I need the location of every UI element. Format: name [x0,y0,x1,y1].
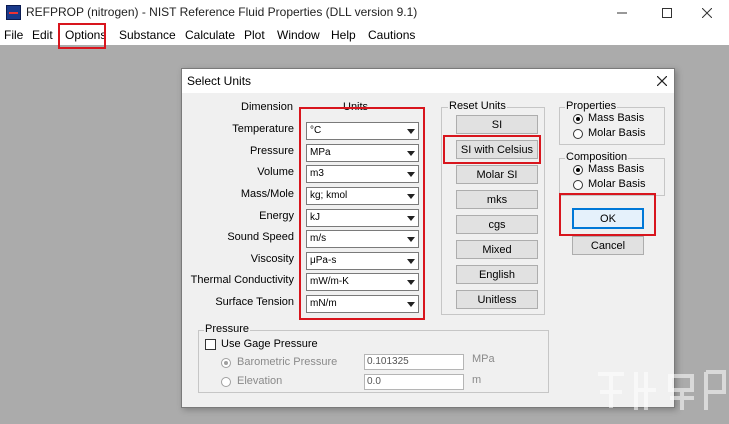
units-highlight-box [299,107,425,320]
composition-mass-basis-label: Mass Basis [588,163,645,175]
ok-highlight-box [559,193,656,236]
menu-substance[interactable]: Substance [119,28,176,42]
properties-molar-basis-label: Molar Basis [588,127,646,139]
properties-mass-basis-radio[interactable] [573,114,583,124]
barometric-pressure-unit: MPa [472,353,495,365]
mks-button[interactable]: mks [456,190,538,209]
menu-bar: File Edit Options Substance Calculate Pl… [0,25,729,45]
dialog-title: Select Units [187,74,252,88]
composition-molar-basis-label: Molar Basis [588,178,646,190]
composition-title: Composition [565,151,629,163]
maximize-icon [662,7,672,18]
barometric-pressure-label: Barometric Pressure [237,356,338,368]
close-button[interactable] [685,0,729,25]
dimension-label-pressure: Pressure [249,145,294,157]
mixed-button[interactable]: Mixed [456,240,538,259]
cgs-button[interactable]: cgs [456,215,538,234]
title-bar: REFPROP (nitrogen) - NIST Reference Flui… [0,0,729,25]
close-icon [657,76,667,86]
unitless-button[interactable]: Unitless [456,290,538,309]
dimension-label-sound-speed: Sound Speed [227,231,294,243]
maximize-button[interactable] [645,0,689,25]
barometric-pressure-radio[interactable] [221,358,231,368]
field-value: 0.0 [367,376,381,387]
app-icon [6,5,21,20]
elevation-field[interactable]: 0.0 [364,374,464,390]
menu-plot[interactable]: Plot [244,28,265,42]
composition-molar-basis-radio[interactable] [573,180,583,190]
use-gage-pressure-checkbox[interactable] [205,339,216,350]
dimension-label-thermal-conductivity: Thermal Conductivity [190,274,294,286]
select-units-dialog: Select Units Dimension Units Temperature… [181,68,675,408]
minimize-icon [617,12,627,13]
dimension-label-temperature: Temperature [232,123,294,135]
properties-title: Properties [565,100,618,112]
dimension-label-surface-tension: Surface Tension [215,296,294,308]
menu-help[interactable]: Help [331,28,356,42]
dimension-label-volume: Volume [257,166,294,178]
menu-edit[interactable]: Edit [32,28,53,42]
field-value: 0.101325 [367,356,409,367]
composition-mass-basis-radio[interactable] [573,165,583,175]
reset-units-title: Reset Units [448,100,507,112]
elevation-unit: m [472,374,482,386]
close-icon [702,7,712,18]
pressure-title: Pressure [204,323,251,335]
dimension-label-energy: Energy [259,210,294,222]
menu-file[interactable]: File [4,28,23,42]
elevation-radio[interactable] [221,377,231,387]
elevation-label: Elevation [237,375,283,387]
dialog-title-bar: Select Units [182,69,674,93]
dimension-label-viscosity: Viscosity [250,253,294,265]
properties-molar-basis-radio[interactable] [573,129,583,139]
molar-si-button[interactable]: Molar SI [456,165,538,184]
properties-mass-basis-label: Mass Basis [588,112,645,124]
menu-calculate[interactable]: Calculate [185,28,235,42]
menu-cautions[interactable]: Cautions [368,28,415,42]
window-title: REFPROP (nitrogen) - NIST Reference Flui… [26,5,418,19]
watermark-logo [598,370,726,410]
use-gage-pressure-label: Use Gage Pressure [221,338,318,350]
english-button[interactable]: English [456,265,538,284]
cancel-button[interactable]: Cancel [572,236,644,255]
dimension-header: Dimension [241,101,293,113]
dimension-label-mass-mole: Mass/Mole [240,188,294,200]
si-celsius-highlight-box [443,135,541,164]
barometric-pressure-field[interactable]: 0.101325 [364,354,464,370]
si-button[interactable]: SI [456,115,538,134]
menu-window[interactable]: Window [277,28,320,42]
options-highlight-box [58,23,106,49]
dialog-close-button[interactable] [652,71,672,91]
minimize-button[interactable] [600,0,644,25]
